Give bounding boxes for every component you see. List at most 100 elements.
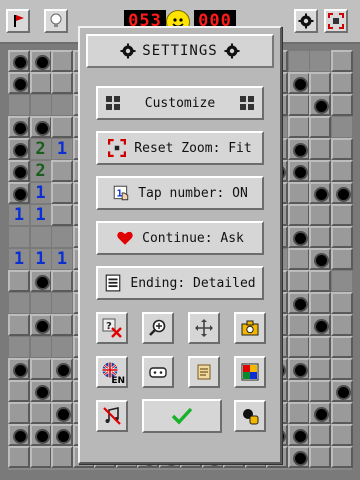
board-cell[interactable] [330,116,353,138]
board-cell[interactable] [287,270,310,292]
mine-cell[interactable] [287,72,310,94]
board-cell[interactable] [309,226,331,248]
mine-cell[interactable] [287,358,310,380]
mine-cell[interactable] [309,248,331,270]
board-cell[interactable] [51,270,73,292]
move-button[interactable] [188,312,220,344]
number-cell[interactable]: 1 [51,138,73,160]
board-cell[interactable] [287,94,310,116]
number-cell[interactable]: 1 [29,248,52,270]
board-cell[interactable] [330,402,353,424]
mine-bag-button[interactable] [234,400,266,432]
board-cell[interactable] [309,160,331,182]
board-cell[interactable] [330,94,353,116]
board-cell[interactable] [287,336,310,358]
mine-cell[interactable] [8,50,30,72]
board-cell[interactable] [309,380,331,402]
board-cell[interactable] [330,204,353,226]
number-cell[interactable]: 1 [29,182,52,204]
gamepad-button[interactable] [142,356,174,388]
mine-cell[interactable] [51,424,73,446]
music-button[interactable] [96,400,128,432]
board-cell[interactable] [309,336,331,358]
board-cell[interactable] [51,226,73,248]
board-cell[interactable] [29,94,52,116]
mine-cell[interactable] [8,138,30,160]
mine-cell[interactable] [287,292,310,314]
board-cell[interactable] [51,72,73,94]
number-cell[interactable]: 1 [8,248,30,270]
mine-cell[interactable] [8,424,30,446]
number-cell[interactable]: 2 [29,160,52,182]
board-cell[interactable] [309,424,331,446]
board-cell[interactable] [309,72,331,94]
board-cell[interactable] [287,314,310,336]
board-cell[interactable] [287,402,310,424]
board-cell[interactable] [8,314,30,336]
board-cell[interactable] [8,446,30,468]
board-cell[interactable] [287,380,310,402]
board-cell[interactable] [29,336,52,358]
board-cell[interactable] [51,380,73,402]
mine-cell[interactable] [29,50,52,72]
scroll-button[interactable] [188,356,220,388]
board-cell[interactable] [51,182,73,204]
mine-cell[interactable] [29,314,52,336]
continue-button[interactable]: Continue: Ask [96,221,264,255]
mine-cell[interactable] [8,358,30,380]
board-cell[interactable] [287,248,310,270]
board-cell[interactable] [330,248,353,270]
board-cell[interactable] [51,50,73,72]
board-cell[interactable] [51,446,73,468]
mine-cell[interactable] [309,182,331,204]
board-cell[interactable] [330,292,353,314]
tap-number-button[interactable]: 1 Tap number: ON [96,176,264,210]
help-remove-button[interactable]: ? [96,312,128,344]
board-cell[interactable] [330,226,353,248]
zoom-in-button[interactable] [142,312,174,344]
board-cell[interactable] [8,94,30,116]
board-cell[interactable] [287,182,310,204]
mine-cell[interactable] [330,182,353,204]
board-cell[interactable] [287,50,310,72]
board-cell[interactable] [330,160,353,182]
mine-cell[interactable] [29,424,52,446]
board-cell[interactable] [330,424,353,446]
board-cell[interactable] [309,292,331,314]
board-cell[interactable] [330,138,353,160]
settings-button[interactable] [294,9,318,33]
board-cell[interactable] [330,336,353,358]
board-cell[interactable] [29,226,52,248]
board-cell[interactable] [8,402,30,424]
board-cell[interactable] [51,336,73,358]
mine-cell[interactable] [29,380,52,402]
board-cell[interactable] [29,292,52,314]
mine-cell[interactable] [287,160,310,182]
mine-cell[interactable] [8,182,30,204]
reset-zoom-button[interactable] [324,9,348,33]
board-cell[interactable] [29,358,52,380]
number-cell[interactable]: 1 [51,248,73,270]
mine-cell[interactable] [8,72,30,94]
board-cell[interactable] [330,50,353,72]
board-cell[interactable] [330,446,353,468]
board-cell[interactable] [309,204,331,226]
customize-button[interactable]: Customize [96,86,264,120]
board-cell[interactable] [330,358,353,380]
mine-cell[interactable] [51,358,73,380]
camera-button[interactable] [234,312,266,344]
board-cell[interactable] [309,50,331,72]
mine-cell[interactable] [287,424,310,446]
board-cell[interactable] [51,292,73,314]
mine-cell[interactable] [51,402,73,424]
reset-zoom-setting-button[interactable]: Reset Zoom: Fit [96,131,264,165]
hint-button[interactable] [44,9,68,33]
board-cell[interactable] [309,116,331,138]
board-cell[interactable] [51,314,73,336]
mine-cell[interactable] [287,446,310,468]
board-cell[interactable] [8,380,30,402]
board-cell[interactable] [287,116,310,138]
board-cell[interactable] [330,270,353,292]
board-cell[interactable] [309,446,331,468]
number-cell[interactable]: 1 [29,204,52,226]
